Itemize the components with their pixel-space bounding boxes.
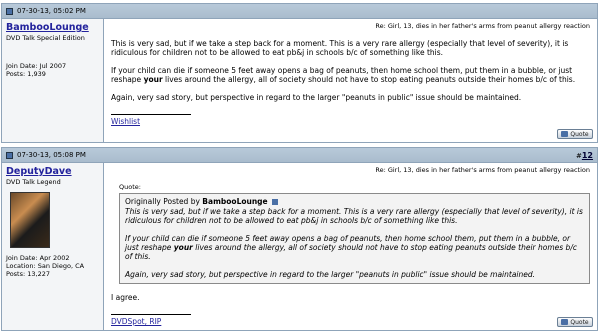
- message-paragraph: Again, very sad story, but perspective i…: [111, 93, 522, 102]
- join-date: Join Date: Apr 2002: [6, 254, 70, 262]
- quote-paragraph: Again, very sad story, but perspective i…: [125, 270, 536, 279]
- post-count: Posts: 13,227: [6, 270, 50, 278]
- quote-paragraph: If your child can die if someone 5 feet …: [125, 234, 577, 261]
- post-icon: [6, 151, 13, 159]
- post-number: #12: [575, 150, 593, 160]
- post-count: Posts: 1,939: [6, 70, 46, 78]
- username-link[interactable]: BambooLounge: [6, 22, 99, 33]
- post-message: This is very sad, but if we take a step …: [111, 39, 590, 102]
- post-subject: Re: Girl, 13, dies in her father's arms …: [375, 22, 590, 30]
- quote-button[interactable]: Quote: [557, 317, 593, 327]
- post-header: 07-30-13, 05:08 PM #12: [2, 148, 597, 163]
- post-date: 07-30-13, 05:08 PM: [17, 151, 86, 159]
- join-date: Join Date: Jul 2007: [6, 62, 67, 70]
- post-subject: Re: Girl, 13, dies in her father's arms …: [375, 166, 590, 174]
- user-title: DVD Talk Special Edition: [6, 34, 85, 42]
- post: 07-30-13, 05:02 PM BambooLounge DVD Talk…: [1, 3, 598, 143]
- post-number-link[interactable]: 12: [582, 151, 593, 160]
- post-icon: [6, 7, 13, 15]
- post-content: Re: Girl, 13, dies in her father's arms …: [104, 19, 597, 142]
- signature-link[interactable]: Wishlist: [111, 117, 140, 126]
- quote-icon: [561, 319, 569, 325]
- quote-attribution: Originally Posted by BambooLounge: [125, 197, 584, 206]
- message-paragraph: If your child can die if someone 5 feet …: [111, 66, 576, 84]
- user-location: Location: San Diego, CA: [6, 262, 85, 270]
- quote-paragraph: This is very sad, but if we take a step …: [125, 207, 583, 225]
- post-header: 07-30-13, 05:02 PM: [2, 4, 597, 19]
- user-info: BambooLounge DVD Talk Special Edition Jo…: [2, 19, 104, 142]
- quote-box: Originally Posted by BambooLounge This i…: [119, 193, 590, 284]
- quote-label: Quote:: [119, 183, 141, 191]
- reply-text: I agree.: [111, 293, 140, 302]
- post: 07-30-13, 05:08 PM #12 DeputyDave DVD Ta…: [1, 147, 598, 331]
- username-link[interactable]: DeputyDave: [6, 166, 99, 177]
- signature: DVDSpot, RIP: [111, 314, 191, 326]
- message-paragraph: This is very sad, but if we take a step …: [111, 39, 569, 57]
- quoted-author: BambooLounge: [202, 197, 268, 206]
- signature: Wishlist: [111, 114, 191, 126]
- post-content: Re: Girl, 13, dies in her father's arms …: [104, 163, 597, 330]
- signature-link[interactable]: DVDSpot, RIP: [111, 317, 161, 326]
- avatar[interactable]: [10, 192, 50, 248]
- user-info: DeputyDave DVD Talk Legend Join Date: Ap…: [2, 163, 104, 330]
- view-post-icon[interactable]: [272, 199, 279, 205]
- quote-icon: [561, 131, 569, 137]
- post-date: 07-30-13, 05:02 PM: [17, 7, 86, 15]
- user-title: DVD Talk Legend: [6, 178, 61, 186]
- quote-button[interactable]: Quote: [557, 129, 593, 139]
